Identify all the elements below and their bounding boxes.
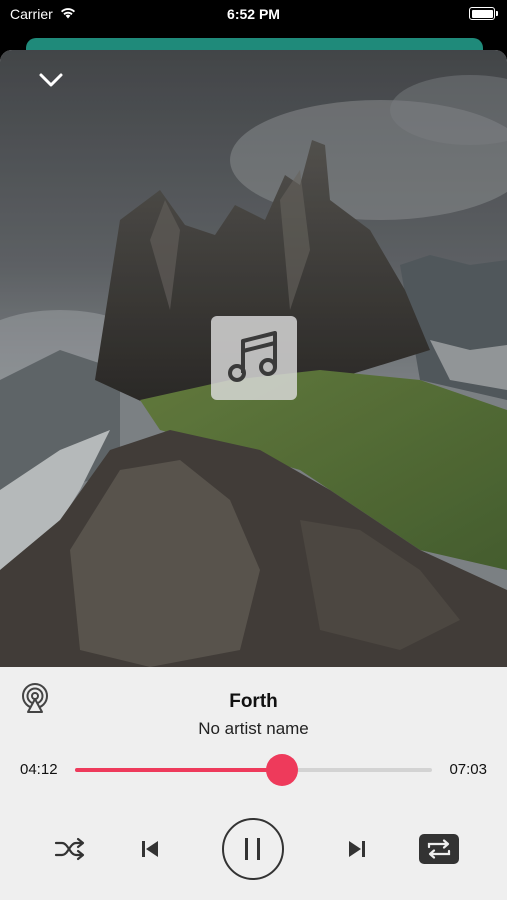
shuffle-button[interactable] [50,833,90,865]
now-playing-sheet: Forth No artist name 04:12 07:03 [0,50,507,900]
collapse-button[interactable] [33,64,69,96]
battery-icon [469,7,498,20]
track-title: Forth [229,691,278,712]
next-button[interactable] [341,833,373,865]
previous-icon [142,841,158,857]
album-artwork [0,50,507,667]
total-duration: 07:03 [449,761,487,778]
progress-fill [75,768,283,772]
repeat-icon [419,834,459,864]
artwork-placeholder [211,316,297,400]
previous-button[interactable] [134,833,166,865]
status-time: 6:52 PM [227,6,280,22]
pause-button[interactable] [222,818,284,880]
progress-slider[interactable] [75,754,432,786]
track-artist: No artist name [198,719,309,738]
shuffle-icon [54,837,85,861]
music-note-icon [228,331,277,382]
pause-icon [245,838,260,860]
chevron-down-icon [39,73,63,87]
elapsed-time: 04:12 [20,761,58,778]
repeat-button[interactable] [418,833,460,865]
player-controls-panel: Forth No artist name 04:12 07:03 [0,667,507,900]
next-icon [349,841,365,857]
progress-thumb[interactable] [266,754,299,786]
status-bar: Carrier 6:52 PM [0,0,507,30]
